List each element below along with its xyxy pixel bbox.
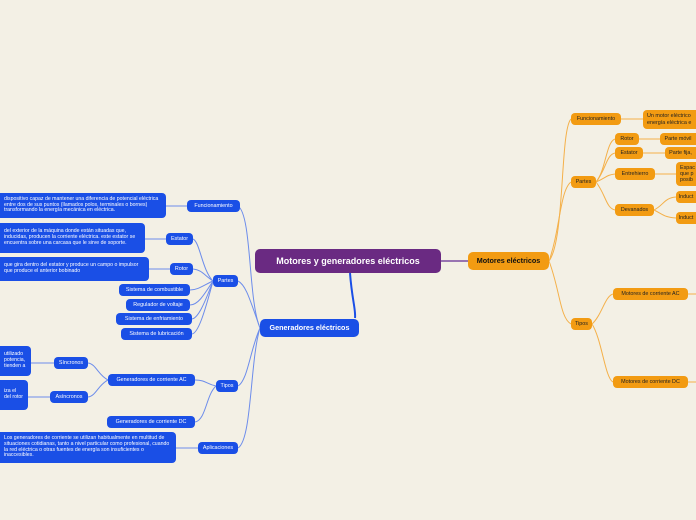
generadores-node[interactable]: Generadores eléctricos — [260, 319, 359, 337]
mot-induct-2[interactable]: Induct — [676, 212, 696, 224]
gen-ac-node[interactable]: Generadores de corriente AC — [108, 374, 195, 386]
mot-funcionamiento-text[interactable]: Un motor eléctrico energía eléctrica e — [643, 110, 696, 129]
link-root-generadores — [349, 272, 357, 319]
mot-dc-node[interactable]: Motores de corriente DC — [613, 376, 688, 388]
gen-aplicaciones-text[interactable]: Los generadores de corriente se utilizan… — [0, 432, 176, 463]
gen-rotor-text[interactable]: que gira dentro del estator y produce un… — [0, 257, 149, 281]
mot-partes-node[interactable]: Partes — [571, 176, 596, 188]
mot-funcionamiento-node[interactable]: Funcionamiento — [571, 113, 621, 125]
gen-sistema-lubricacion-node[interactable]: Sistema de lubricación — [121, 328, 192, 340]
mot-entrehierro-node[interactable]: Entrehierro — [615, 168, 655, 180]
root-node[interactable]: Motores y generadores eléctricos — [255, 249, 441, 273]
gen-dc-node[interactable]: Generadores de corriente DC — [107, 416, 195, 428]
gen-sistema-combustible-node[interactable]: Sistema de combustible — [119, 284, 190, 296]
gen-rotor-node[interactable]: Rotor — [170, 263, 193, 275]
mot-estator-text[interactable]: Parte fija, — [665, 147, 696, 159]
gen-funcionamiento-node[interactable]: Funcionamiento — [187, 200, 240, 212]
mot-ac-node[interactable]: Motores de corriente AC — [613, 288, 688, 300]
gen-sincronos-text[interactable]: utilizado potencia, tienden a — [0, 346, 31, 376]
gen-tipos-node[interactable]: Tipos — [216, 380, 238, 392]
gen-estator-text[interactable]: del exterior de la máquina donde están s… — [0, 223, 145, 253]
mot-tipos-node[interactable]: Tipos — [571, 318, 592, 330]
mot-rotor-text[interactable]: Parte móvil — [660, 133, 696, 145]
gen-aplicaciones-node[interactable]: Aplicaciones — [198, 442, 238, 454]
mot-induct-1[interactable]: Induct — [676, 191, 696, 203]
mot-estator-node[interactable]: Estator — [615, 147, 643, 159]
gen-regulador-voltaje-node[interactable]: Regulador de voltaje — [126, 299, 190, 311]
mot-devanados-node[interactable]: Devanados — [615, 204, 654, 216]
gen-sistema-enfriamiento-node[interactable]: Sistema de enfriamiento — [116, 313, 192, 325]
gen-partes-node[interactable]: Partes — [213, 275, 238, 287]
mot-rotor-node[interactable]: Rotor — [615, 133, 639, 145]
gen-sincronos-node[interactable]: Síncronos — [54, 357, 88, 369]
gen-asincronos-node[interactable]: Asíncronos — [50, 391, 88, 403]
mind-map-canvas: Motores y generadores eléctricos Generad… — [0, 0, 696, 520]
gen-estator-node[interactable]: Estator — [166, 233, 193, 245]
motores-node[interactable]: Motores eléctricos — [468, 252, 549, 270]
mot-entrehierro-text[interactable]: Espac que p posib — [676, 162, 696, 186]
gen-asincronos-text[interactable]: iza el del rotor — [0, 380, 28, 410]
gen-funcionamiento-text[interactable]: dispositivo capaz de mantener una difere… — [0, 193, 166, 218]
